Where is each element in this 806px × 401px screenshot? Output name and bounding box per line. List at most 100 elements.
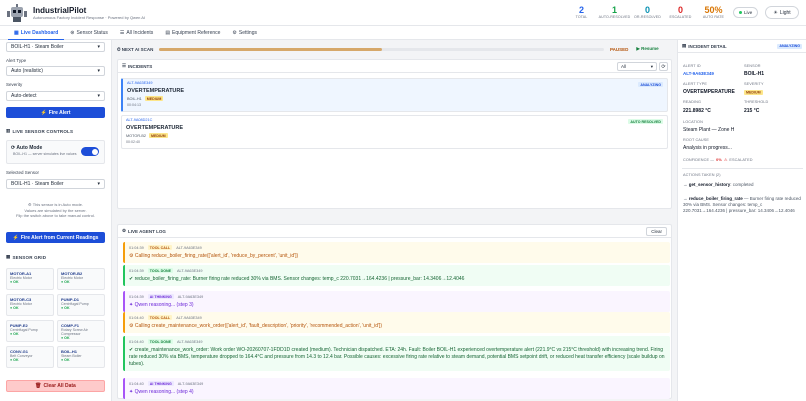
warning-icon: ⚠ <box>723 158 728 162</box>
incident-meta: MOTOR-B2 MEDIUM <box>126 133 663 138</box>
tab-all-incidents[interactable]: ☰ All Incidents <box>114 26 159 40</box>
sensor-value: BOIL-H1 <box>744 71 764 77</box>
theme-toggle-button[interactable]: ☀ Light <box>765 6 799 19</box>
sensor-card-pump-e2[interactable]: PUMP-E2 Centrifugal Pump ● OK <box>6 320 54 342</box>
log-time: 01:04:39 <box>129 294 144 299</box>
stat-label: ESCALATED <box>669 15 692 19</box>
tab-settings[interactable]: ⚙ Settings <box>226 26 263 40</box>
fire-alert-button[interactable]: ⚡ Fire Alert <box>6 107 105 118</box>
chevron-down-icon: ▾ <box>97 181 100 187</box>
sensor-card-comp-f1[interactable]: COMP-F1 Rotary Screw Air Compressor ● OK <box>57 320 105 342</box>
clock-icon: ⏱ <box>117 46 121 52</box>
log-time: 01:04:40 <box>129 315 144 320</box>
scan-progress-fill <box>159 47 382 51</box>
stat-value: 2 <box>578 5 584 15</box>
log-entry-meta: 01:04:39 TOOL DONE ALT-9A63E349 <box>129 268 666 273</box>
app-header: IndustrialPilot Autonomous Factory Incid… <box>0 0 806 26</box>
log-entry: 01:04:39 AI THINKING ALT-9A63E349 ✦ Qwen re… <box>123 291 670 312</box>
log-alert-id: ALT-9A63E349 <box>177 339 203 344</box>
log-tag: TOOL DONE <box>147 268 174 273</box>
severity-badge: MEDIUM <box>144 96 164 101</box>
stat-total: 2 TOTAL <box>565 5 598 21</box>
sensor-card-status: ● OK <box>61 336 101 340</box>
clear-log-button[interactable]: Clear <box>646 227 667 236</box>
robot-icon: ⚙ <box>28 202 32 207</box>
log-time: 01:04:39 <box>129 268 144 273</box>
incidents-header: ☰ INCIDENTS <box>118 60 671 73</box>
incident-status-badge: ANALYZING <box>638 82 663 87</box>
severity-select[interactable]: Auto-detect ▾ <box>6 91 105 101</box>
resume-button[interactable]: ▶ Resume <box>636 46 658 52</box>
sensor-card-status: ● OK <box>10 332 50 336</box>
live-dot-icon <box>739 11 742 14</box>
sensor-card-motor-b2[interactable]: MOTOR-B2 Electric Motor ● OK <box>57 268 105 290</box>
robot-icon: ⚙ <box>122 228 127 233</box>
app-subtitle: Autonomous Factory Incident Response · P… <box>33 15 146 20</box>
incident-filter-select[interactable]: All ▾ <box>617 62 657 71</box>
incident-time: 00:02:40 <box>126 140 140 144</box>
selected-sensor-select[interactable]: BOIL-H1 · Steam Boiler ▾ <box>6 179 105 189</box>
log-message: ✔ reduce_boiler_firing_rate: Burner firi… <box>129 276 666 283</box>
scan-progress-track <box>159 47 604 51</box>
log-tag: TOOL DONE <box>147 339 174 344</box>
log-message: ✦ Qwen reasoning... (step 4) <box>129 389 666 396</box>
equipment-select[interactable]: BOIL-H1 · Steam Boiler ▾ <box>6 42 105 52</box>
play-icon: ▶ <box>636 46 640 51</box>
sensor-status-text: OK <box>13 280 19 284</box>
auto-mode-desc: BOIL-H1 — server simulates live values <box>13 152 77 156</box>
log-text: Qwen reasoning... (step 4) <box>134 388 194 395</box>
sensor-status-text: OK <box>64 306 70 310</box>
chevron-down-icon: ▾ <box>97 68 100 74</box>
list-icon: ☰ <box>119 30 125 36</box>
stat-escalated: 0 ESCALATED <box>664 5 697 21</box>
severity-label: SEVERITY <box>744 82 764 86</box>
sensor-card-conv-g1[interactable]: CONV-G1 Belt Conveyor ● OK <box>6 346 54 368</box>
incident-id: ALT-9A63E349 <box>127 81 153 85</box>
root-cause-label: ROOT CAUSE <box>683 138 710 142</box>
log-alert-id: ALT-9A63E349 <box>177 268 203 273</box>
sensor-card-status: ● OK <box>61 306 101 310</box>
sensor-card-boil-h1[interactable]: BOIL-H1 Steam Boiler ● OK <box>57 346 105 368</box>
log-tag: AI THINKING <box>147 381 174 386</box>
action-item: → reduce_boiler_firing_rate — Burner fir… <box>683 196 803 214</box>
tab-live-dashboard[interactable]: ▦ Live Dashboard <box>8 26 65 40</box>
alert-type-value: OVERTEMPERATURE <box>683 89 735 95</box>
document-icon: ▤ <box>682 43 687 48</box>
refresh-icon: ⟳ <box>661 63 666 70</box>
auto-mode-toggle[interactable] <box>81 147 99 156</box>
alert-type-label: Alert Type <box>6 58 27 63</box>
alert-type-select[interactable]: Auto (realistic) ▾ <box>6 66 105 76</box>
dashboard-icon: ▦ <box>14 29 19 36</box>
log-text: create_maintenance_work_order: Work orde… <box>129 346 665 367</box>
confidence-value: 0% <box>716 157 722 162</box>
clear-all-data-button[interactable]: 🗑 Clear All Data <box>6 380 105 392</box>
incident-card[interactable]: ALT-9A08D21C OVERTEMPERATURE MOTOR-B2 MEDIU… <box>121 115 668 149</box>
sensor-card-status: ● OK <box>61 280 101 284</box>
fire-from-current-button[interactable]: ⚡ Fire Alert from Current Readings <box>6 232 105 243</box>
sensor-card-status: ● OK <box>10 306 50 310</box>
log-message: ⚙ Calling reduce_boiler_firing_rate(['al… <box>129 253 666 260</box>
incident-equipment: MOTOR-B2 <box>126 133 146 138</box>
sensor-card-pump-d1[interactable]: PUMP-D1 Centrifugal Pump ● OK <box>57 294 105 316</box>
tab-equipment-reference[interactable]: ▤ Equipment Reference <box>159 26 226 40</box>
refresh-incidents-button[interactable]: ⟳ <box>659 62 668 71</box>
incident-meta: BOIL-H1 MEDIUM <box>127 96 663 101</box>
location-label: LOCATION <box>683 120 703 124</box>
incident-equipment: BOIL-H1 <box>127 96 142 101</box>
incident-card[interactable]: ALT-9A63E349 OVERTEMPERATURE BOIL-H1 MEDIUM… <box>121 78 668 112</box>
action-result: : completed <box>730 182 754 187</box>
log-alert-id: ALT-9A63E349 <box>176 315 202 320</box>
confidence-row: CONFIDENCE — 0% ⚠ ESCALATED <box>683 157 753 163</box>
tab-sensor-status[interactable]: ⊛ Sensor Status <box>64 26 114 40</box>
grid-icon: ▦ <box>6 254 11 259</box>
log-entry-meta: 01:04:40 AI THINKING ALT-9A63E349 <box>129 381 666 386</box>
log-entry: 01:04:40 TOOL CALL ALT-9A63E349 ⚙ Calling c… <box>123 312 670 333</box>
app-title: IndustrialPilot <box>33 6 87 15</box>
sensor-card-motor-a1[interactable]: MOTOR-A1 Electric Motor ● OK <box>6 268 54 290</box>
stat-label: AUTO RATE <box>702 15 725 19</box>
incident-id: ALT-9A08D21C <box>126 118 153 122</box>
sensor-status-text: OK <box>13 358 19 362</box>
log-tag: TOOL CALL <box>147 245 173 250</box>
threshold-value: 215 °C <box>744 108 760 114</box>
sensor-card-motor-c3[interactable]: MOTOR-C3 Electric Motor ● OK <box>6 294 54 316</box>
